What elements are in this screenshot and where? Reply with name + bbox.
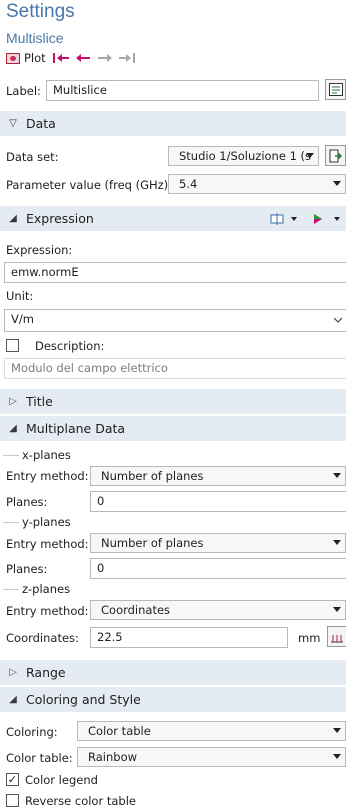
page-title: Settings (6, 1, 75, 22)
plot-button[interactable]: Plot (24, 51, 46, 65)
section-coloring-title: Coloring and Style (26, 692, 141, 707)
section-data-title: Data (26, 116, 56, 131)
y-entry-method-select[interactable]: Number of planes (90, 533, 346, 553)
insert-expression-button[interactable] (312, 212, 344, 226)
settings-toolbar: Plot (6, 50, 136, 66)
previous-icon[interactable] (74, 52, 92, 64)
goto-source-icon (329, 149, 342, 162)
z-planes-group-label: z-planes (22, 582, 71, 596)
next-icon[interactable] (96, 52, 114, 64)
z-entry-label: Entry method: (6, 604, 89, 618)
dataset-value: Studio 1/Soluzione 1 (s (179, 149, 312, 163)
chevron-down-icon (333, 181, 341, 186)
coordinates-field[interactable]: 22.5 (90, 627, 288, 648)
parameter-label: Parameter value (freq (GHz)): (6, 178, 177, 192)
chevron-down-icon: ◢ (9, 213, 17, 224)
color-table-value: Rainbow (88, 750, 138, 764)
chevron-down-icon: ◢ (9, 694, 17, 705)
expression-label: Expression: (6, 243, 73, 257)
coloring-value: Color table (88, 724, 151, 738)
edit-label-button[interactable] (325, 79, 346, 100)
unit-select[interactable]: V/m (4, 309, 346, 332)
plot-icon (6, 52, 20, 64)
chevron-right-icon: ▷ (9, 396, 17, 407)
range-icon (331, 634, 343, 642)
z-planes-group: z-planes (3, 582, 70, 596)
parameter-value: 5.4 (179, 177, 198, 191)
coloring-select[interactable]: Color table (77, 721, 346, 741)
parameter-select[interactable]: 5.4 (168, 174, 346, 194)
reverse-color-table-checkbox[interactable] (6, 794, 19, 807)
chevron-down-icon (333, 607, 341, 612)
x-entry-method-value: Number of planes (101, 469, 204, 483)
section-range-header[interactable]: ▷ Range (0, 660, 346, 685)
y-entry-method-value: Number of planes (101, 536, 204, 550)
coordinates-unit: mm (298, 631, 321, 645)
expression-field[interactable]: emw.normE (4, 262, 346, 283)
x-planes-group: x-planes (3, 448, 71, 462)
chevron-down-icon: ▽ (9, 118, 17, 129)
notes-icon (328, 83, 343, 96)
y-planes-label: Planes: (6, 562, 48, 576)
chevron-down-icon (333, 728, 341, 733)
section-title-title: Title (26, 394, 53, 409)
y-planes-group-label: y-planes (22, 515, 71, 529)
section-data-header[interactable]: ▽ Data (0, 111, 346, 136)
x-planes-group-label: x-planes (22, 448, 71, 462)
x-planes-field[interactable]: 0 (90, 491, 346, 512)
unit-value: V/m (11, 312, 34, 326)
label-label: Label: (6, 84, 41, 98)
color-legend-checkbox[interactable]: ✓ (6, 773, 19, 786)
label-field[interactable]: Multislice (46, 80, 319, 101)
z-entry-method-select[interactable]: Coordinates (90, 600, 346, 620)
chevron-down-icon: ◢ (9, 423, 17, 434)
chevron-down-icon (333, 473, 341, 478)
color-legend-label: Color legend (25, 773, 98, 787)
chevron-down-icon (306, 153, 314, 158)
chevron-down-icon (333, 754, 341, 759)
unit-label: Unit: (6, 289, 34, 303)
insert-expression-icon (314, 214, 340, 224)
section-expression-title: Expression (26, 211, 94, 226)
replace-expression-button[interactable] (270, 212, 300, 226)
first-icon[interactable] (52, 52, 70, 64)
x-entry-label: Entry method: (6, 469, 89, 483)
coloring-label: Coloring: (6, 725, 58, 739)
chevron-right-icon: ▷ (9, 667, 17, 678)
dataset-goto-button[interactable] (325, 145, 346, 166)
chevron-down-icon (334, 317, 342, 323)
description-field[interactable]: Modulo del campo elettrico (4, 358, 346, 379)
last-icon[interactable] (118, 52, 136, 64)
color-table-select[interactable]: Rainbow (77, 747, 346, 767)
dataset-select[interactable]: Studio 1/Soluzione 1 (s (168, 146, 319, 166)
dataset-label: Data set: (6, 150, 59, 164)
replace-expression-icon (270, 213, 297, 225)
x-planes-label: Planes: (6, 495, 48, 509)
description-checkbox[interactable] (6, 339, 19, 352)
checkmark-icon: ✓ (7, 773, 18, 786)
y-planes-field[interactable]: 0 (90, 558, 346, 579)
x-entry-method-select[interactable]: Number of planes (90, 466, 346, 486)
section-title-header[interactable]: ▷ Title (0, 389, 346, 414)
section-multiplane-title: Multiplane Data (26, 421, 126, 436)
node-subtitle: Multislice (6, 30, 64, 46)
coordinates-label: Coordinates: (6, 631, 79, 645)
section-coloring-header[interactable]: ◢ Coloring and Style (0, 687, 346, 712)
range-button[interactable] (327, 626, 346, 647)
y-planes-group: y-planes (3, 515, 71, 529)
section-multiplane-header[interactable]: ◢ Multiplane Data (0, 416, 346, 441)
section-range-title: Range (26, 665, 66, 680)
chevron-down-icon (333, 540, 341, 545)
y-entry-label: Entry method: (6, 537, 89, 551)
reverse-color-table-label: Reverse color table (25, 794, 136, 808)
description-label: Description: (35, 339, 105, 353)
z-entry-method-value: Coordinates (101, 603, 171, 617)
color-table-label: Color table: (6, 751, 73, 765)
